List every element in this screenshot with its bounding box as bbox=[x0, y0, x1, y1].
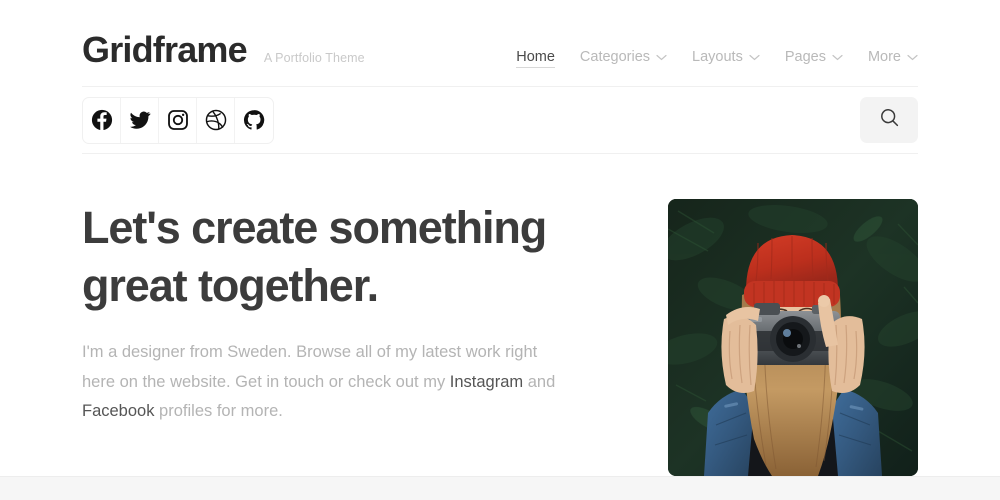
hero-description: I'm a designer from Sweden. Browse all o… bbox=[82, 338, 574, 426]
chevron-down-icon bbox=[656, 54, 667, 61]
nav-item-layouts[interactable]: Layouts bbox=[692, 49, 760, 68]
instagram-icon bbox=[167, 109, 189, 131]
social-link-twitter[interactable] bbox=[121, 97, 159, 143]
brand[interactable]: Gridframe A Portfolio Theme bbox=[82, 32, 365, 68]
chevron-down-icon bbox=[749, 54, 760, 61]
page-title: Let's create something great together. bbox=[82, 199, 582, 314]
photographer-photo bbox=[668, 199, 918, 476]
social-link-dribbble[interactable] bbox=[197, 97, 235, 143]
nav-item-label: Layouts bbox=[692, 49, 743, 65]
search-button[interactable] bbox=[860, 97, 918, 143]
social-link-facebook[interactable] bbox=[83, 97, 121, 143]
instagram-link[interactable]: Instagram bbox=[450, 373, 523, 391]
hero-container: Let's create something great together. I… bbox=[82, 154, 918, 476]
dribbble-icon bbox=[205, 109, 227, 131]
facebook-link[interactable]: Facebook bbox=[82, 402, 154, 420]
nav-item-categories[interactable]: Categories bbox=[580, 49, 667, 68]
header-container: Gridframe A Portfolio Theme Home Categor… bbox=[82, 0, 918, 86]
social-links bbox=[82, 96, 274, 144]
github-icon bbox=[243, 109, 265, 131]
facebook-icon bbox=[91, 109, 113, 131]
chevron-down-icon bbox=[832, 54, 843, 61]
nav-item-label: Home bbox=[516, 49, 555, 65]
social-link-instagram[interactable] bbox=[159, 97, 197, 143]
nav-item-home[interactable]: Home bbox=[516, 49, 555, 68]
nav-item-pages[interactable]: Pages bbox=[785, 49, 843, 68]
hero-section: Let's create something great together. I… bbox=[82, 154, 918, 476]
social-search-bar bbox=[82, 87, 918, 153]
hero-description-part-3: profiles for more. bbox=[154, 401, 283, 420]
hero-description-part-2: and bbox=[523, 372, 556, 391]
headline-line-2: great together. bbox=[82, 259, 379, 311]
nav-item-label: More bbox=[867, 49, 901, 65]
chevron-down-icon bbox=[907, 54, 918, 61]
nav-item-label: Pages bbox=[784, 49, 826, 65]
site-logo[interactable]: Gridframe bbox=[82, 32, 248, 68]
twitter-icon bbox=[129, 109, 151, 131]
nav-item-more[interactable]: More bbox=[868, 49, 918, 68]
hero-photo bbox=[668, 199, 918, 476]
social-link-github[interactable] bbox=[235, 98, 273, 143]
page-root: Gridframe A Portfolio Theme Home Categor… bbox=[0, 0, 1000, 500]
headline-line-1: Let's create something bbox=[82, 202, 547, 253]
site-tagline: A Portfolio Theme bbox=[263, 51, 365, 65]
nav-item-label: Categories bbox=[579, 49, 651, 65]
hero-image-column bbox=[668, 199, 918, 476]
social-container bbox=[82, 87, 918, 153]
hero-text-column: Let's create something great together. I… bbox=[82, 199, 582, 476]
footer-band bbox=[0, 476, 1000, 500]
search-icon bbox=[879, 107, 900, 133]
site-header: Gridframe A Portfolio Theme Home Categor… bbox=[82, 0, 918, 86]
main-navigation: Home Categories Layouts Pages More bbox=[516, 49, 918, 68]
